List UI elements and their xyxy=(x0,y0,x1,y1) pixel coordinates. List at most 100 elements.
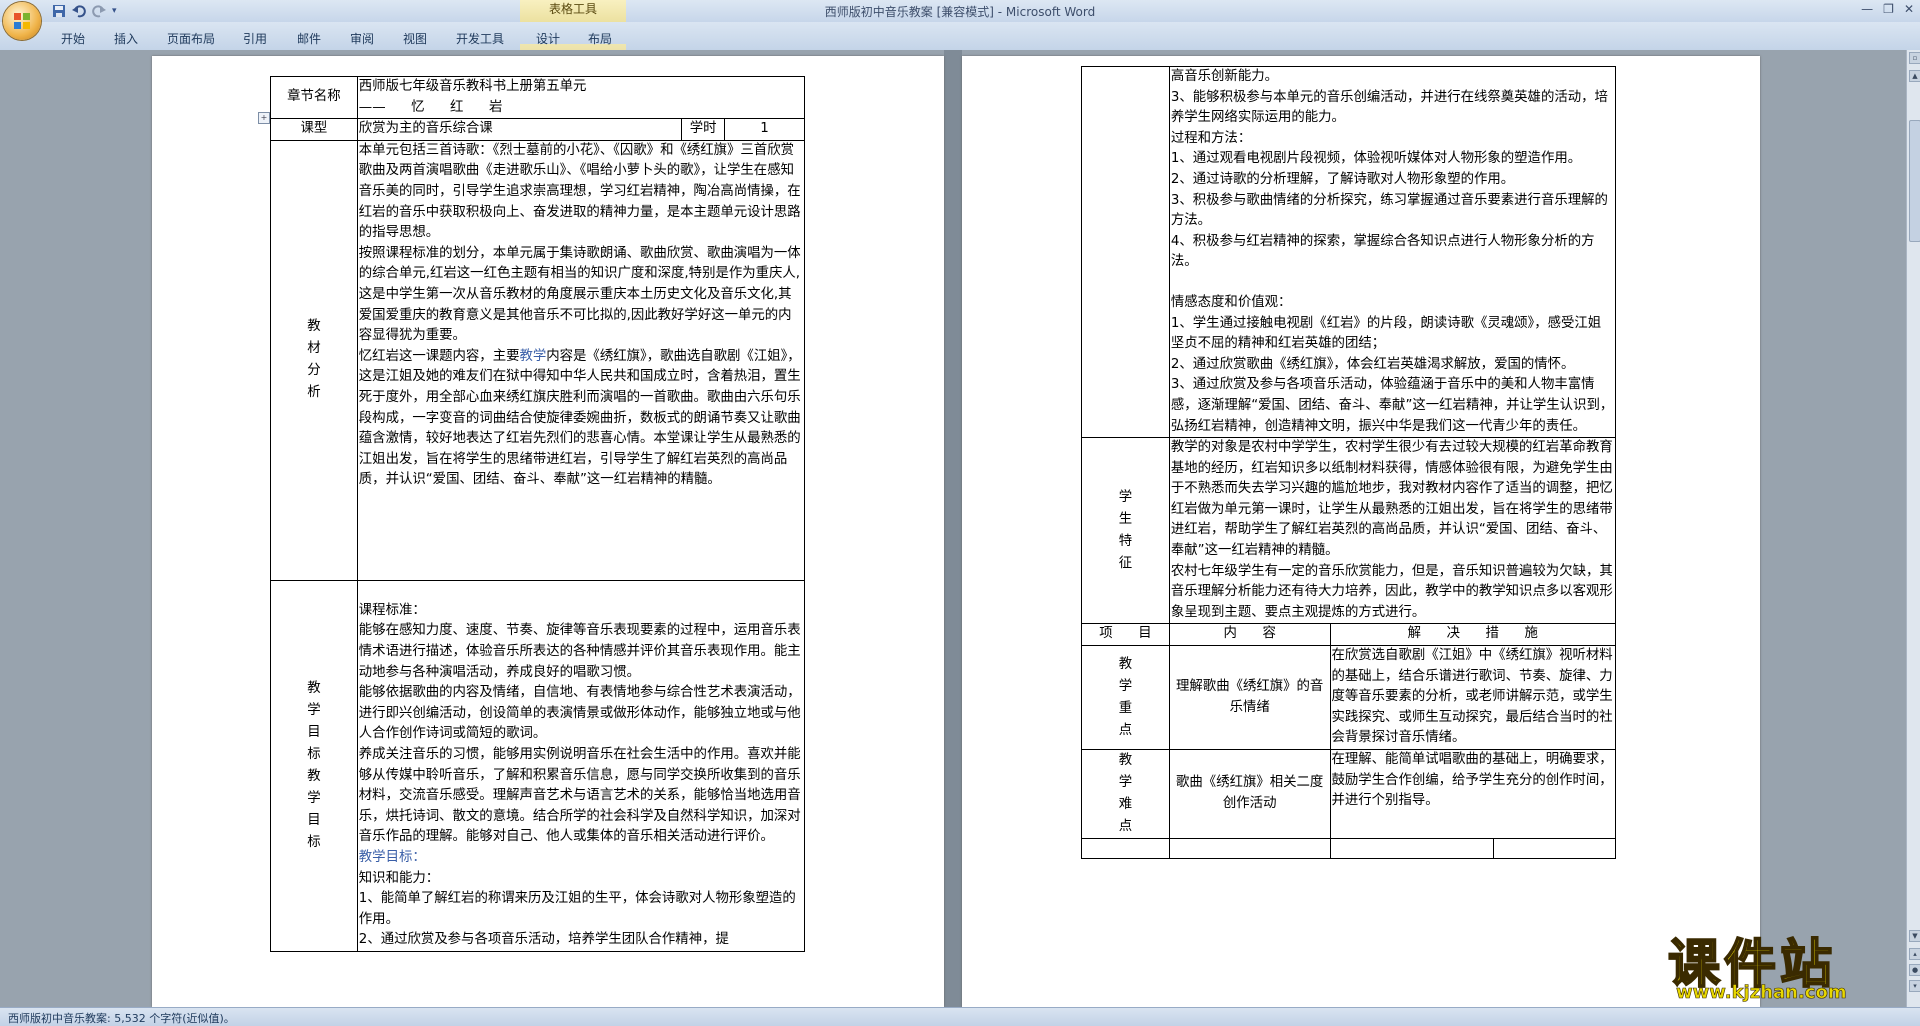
key-label-cell: 教学重点 xyxy=(1081,645,1170,750)
header-item: 项 目 xyxy=(1081,623,1170,647)
diff-label: 教学难点 xyxy=(1118,753,1133,834)
material-cell[interactable]: 本单元包括三首诗歌：《烈士墓前的小花》、《囚歌》和《绣红旗》三首欣赏歌曲及两首演… xyxy=(356,139,806,581)
empty-cell[interactable] xyxy=(1168,838,1331,859)
goals-cont-1: 高音乐创新能力。 xyxy=(1170,69,1278,84)
page-gap xyxy=(944,50,962,1007)
goals-cont-label xyxy=(1081,65,1170,439)
scroll-thumb[interactable] xyxy=(1909,120,1920,242)
goals-cont-cell[interactable]: 高音乐创新能力。 3、能够积极参与本单元的音乐创编活动，并进行在线祭奠英雄的活动… xyxy=(1168,65,1617,439)
goals-cont-2: 3、能够积极参与本单元的音乐创编活动，并进行在线祭奠英雄的活动，培养学生网络实际… xyxy=(1170,89,1608,126)
tab-insert[interactable]: 插入 xyxy=(114,30,138,47)
tab-developer[interactable]: 开发工具 xyxy=(456,30,504,47)
title-bar: ▾ 表格工具 西师版初中音乐教案 [兼容模式] - Microsoft Word… xyxy=(0,0,1920,22)
process-title: 过程和方法： xyxy=(1170,130,1252,146)
process-2: 2、通过诗歌的分析理解，了解诗歌对人物形象塑的作用。 xyxy=(1170,171,1515,187)
emotion-2: 2、通过欣赏歌曲《绣红旗》，体会红岩英雄渴求解放，爱国的情怀。 xyxy=(1170,356,1575,372)
watermark-url: www.kjzhan.com xyxy=(1676,982,1847,1004)
process-3: 3、积极参与歌曲情绪的分析探究，练习掌握通过音乐要素进行音乐理解的方法。 xyxy=(1170,192,1608,229)
empty-cell[interactable] xyxy=(1493,838,1616,859)
ribbon-tabs: 开始 插入 页面布局 引用 邮件 审阅 视图 开发工具 设计 布局 ? xyxy=(0,22,1920,72)
lesson-table-page2: 高音乐创新能力。 3、能够积极参与本单元的音乐创编活动，并进行在线祭奠英雄的活动… xyxy=(1081,65,1617,859)
material-label-cell: 教材分析 xyxy=(270,139,358,581)
minimize-icon[interactable]: — xyxy=(1861,2,1873,16)
type-value[interactable]: 欣赏为主的音乐综合课 xyxy=(356,118,683,141)
goals-knowledge-2: 2、通过欣赏及参与各项音乐活动，培养学生团队合作精神，提 xyxy=(358,932,729,948)
watermark-logo: 课件站 www.kjzhan.com xyxy=(1667,922,1908,1004)
hours-label: 学时 xyxy=(681,118,726,141)
tab-review[interactable]: 审阅 xyxy=(350,30,374,47)
table-row: 项 目 内 容 解 决 措 施 xyxy=(1081,623,1616,647)
goals-teach-title: 教学目标： xyxy=(358,849,426,865)
tab-mailings[interactable]: 邮件 xyxy=(297,30,321,47)
table-row: 教学重点 理解歌曲《绣红旗》的音乐情绪 在欣赏选自歌剧《江姐》中《绣红旗》视听材… xyxy=(1081,645,1616,750)
key-solution[interactable]: 在欣赏选自歌剧《江姐》中《绣红旗》视听材料的基础上，结合乐谱进行歌词、节奏、旋律… xyxy=(1329,645,1616,750)
goals-label-cell: 教学目标教学目标 xyxy=(270,579,358,952)
key-content[interactable]: 理解歌曲《绣红旗》的音乐情绪 xyxy=(1168,645,1331,750)
scroll-down-icon[interactable]: ▼ xyxy=(1909,930,1920,942)
emotion-3: 3、通过欣赏及参与各项音乐活动，体验蕴涵于音乐中的美和人物丰富情感，逐渐理解“爱… xyxy=(1170,377,1614,434)
header-solution: 解 决 措 施 xyxy=(1329,623,1616,647)
diff-solution[interactable]: 在理解、能简单试唱歌曲的基础上，明确要求，鼓励学生合作创编，给予学生充分的创作时… xyxy=(1329,749,1616,839)
tab-layout[interactable]: 布局 xyxy=(588,30,612,47)
tab-home[interactable]: 开始 xyxy=(61,30,85,47)
empty-cell[interactable] xyxy=(1329,838,1495,859)
page-2[interactable]: 高音乐创新能力。 3、能够积极参与本单元的音乐创编活动，并进行在线祭奠英雄的活动… xyxy=(962,56,1760,1007)
diff-label-cell: 教学难点 xyxy=(1081,749,1170,839)
page-1[interactable]: 章节名称 西师版七年级音乐教科书上册第五单元 —— 忆 红 岩 课型 欣赏为主的… xyxy=(152,56,944,1007)
material-label: 教材分析 xyxy=(307,319,321,401)
material-paragraph-3: 忆红岩这一课题内容，主要教学内容是《绣红旗》，歌曲选自歌剧《江姐》，这是江姐及她… xyxy=(358,348,801,488)
word-count-status[interactable]: 西师版初中音乐教案: 5,532 个字符(近似值)。 xyxy=(8,1010,235,1026)
student-cell[interactable]: 教学的对象是农村中学学生，农村学生很少有去过较大规模的红岩革命教育基地的经历，红… xyxy=(1168,437,1617,625)
goals-knowledge-title: 知识和能力： xyxy=(358,870,440,886)
table-row xyxy=(1081,838,1616,859)
table-move-handle[interactable]: + xyxy=(258,112,270,124)
vertical-scrollbar[interactable]: ▫ ▲ ▼ ▴ ● ▾ xyxy=(1906,50,1920,1007)
goals-std-paragraph-1: 能够在感知力度、速度、节奏、旋律等音乐表现要素的过程中，运用音乐表情术语进行描述… xyxy=(358,623,801,680)
ruler-toggle-icon[interactable]: ▫ xyxy=(1909,52,1920,64)
student-paragraph-1: 教学的对象是农村中学学生，农村学生很少有去过较大规模的红岩革命教育基地的经历，红… xyxy=(1170,440,1613,559)
table-row: 教材分析 本单元包括三首诗歌：《烈士墓前的小花》、《囚歌》和《绣红旗》三首欣赏歌… xyxy=(270,139,806,581)
office-button[interactable] xyxy=(3,2,41,40)
goals-std-paragraph-2: 能够依据歌曲的内容及情绪，自信地、有表情地参与综合性艺术表演活动，进行即兴创编活… xyxy=(358,685,801,742)
document-area: 章节名称 西师版七年级音乐教科书上册第五单元 —— 忆 红 岩 课型 欣赏为主的… xyxy=(0,50,1920,1007)
scroll-up-icon[interactable]: ▲ xyxy=(1909,70,1920,82)
table-row: 课型 欣赏为主的音乐综合课 学时 1 xyxy=(270,118,805,141)
chapter-value-line2: —— 忆 红 岩 xyxy=(358,99,503,115)
student-label: 学生特征 xyxy=(1118,489,1133,571)
tab-view[interactable]: 视图 xyxy=(403,30,427,47)
tab-references[interactable]: 引用 xyxy=(243,30,267,47)
status-bar: 西师版初中音乐教案: 5,532 个字符(近似值)。 xyxy=(0,1007,1920,1026)
close-icon[interactable]: ✕ xyxy=(1904,2,1914,16)
goals-knowledge-1: 1、能简单了解红岩的称谓来历及江姐的生平，体会诗歌对人物形象塑造的作用。 xyxy=(358,891,796,927)
lesson-table-page1: 章节名称 西师版七年级音乐教科书上册第五单元 —— 忆 红 岩 课型 欣赏为主的… xyxy=(270,75,806,952)
window-controls: — ❐ ✕ xyxy=(1861,2,1914,16)
material-paragraph-1: 本单元包括三首诗歌：《烈士墓前的小花》、《囚歌》和《绣红旗》三首欣赏歌曲及两首演… xyxy=(358,142,801,241)
table-row: 教学目标教学目标 课程标准： 能够在感知力度、速度、节奏、旋律等音乐表现要素的过… xyxy=(270,579,806,952)
office-logo-icon xyxy=(14,13,30,29)
hours-value[interactable]: 1 xyxy=(724,118,805,141)
teaching-hyperlink[interactable]: 教学 xyxy=(519,349,546,364)
header-content: 内 容 xyxy=(1168,623,1331,647)
table-row: 高音乐创新能力。 3、能够积极参与本单元的音乐创编活动，并进行在线祭奠英雄的活动… xyxy=(1081,65,1617,439)
window-title: 西师版初中音乐教案 [兼容模式] - Microsoft Word xyxy=(824,5,1096,19)
maximize-icon[interactable]: ❐ xyxy=(1883,2,1894,16)
tab-design[interactable]: 设计 xyxy=(536,30,560,47)
goals-label: 教学目标教学目标 xyxy=(307,680,321,850)
type-label: 课型 xyxy=(270,118,358,141)
goals-std-paragraph-3: 养成关注音乐的习惯，能够用实例说明音乐在社会生活中的作用。喜欢并能够从传媒中聆听… xyxy=(358,746,801,845)
goals-cell[interactable]: 课程标准： 能够在感知力度、速度、节奏、旋律等音乐表现要素的过程中，运用音乐表情… xyxy=(356,579,806,952)
material-paragraph-2: 按照课程标准的划分，本单元属于集诗歌朗诵、歌曲欣赏、歌曲演唱为一体的综合单元,红… xyxy=(358,245,801,344)
select-browse-object-icon[interactable]: ● xyxy=(1909,964,1920,976)
process-4: 4、积极参与红岩精神的探索，掌握综合各知识点进行人物形象分析的方法。 xyxy=(1170,233,1595,270)
diff-content[interactable]: 歌曲《绣红旗》相关二度创作活动 xyxy=(1168,749,1331,839)
chapter-cell[interactable]: 西师版七年级音乐教科书上册第五单元 —— 忆 红 岩 xyxy=(356,75,806,120)
empty-cell[interactable] xyxy=(1081,838,1170,859)
tab-page-layout[interactable]: 页面布局 xyxy=(167,30,215,47)
process-1: 1、通过观看电视剧片段视频，体验视听媒体对人物形象的塑造作用。 xyxy=(1170,151,1582,167)
previous-page-icon[interactable]: ▴ xyxy=(1909,948,1920,960)
key-label: 教学重点 xyxy=(1118,656,1133,738)
table-row: 学生特征 教学的对象是农村中学学生，农村学生很少有去过较大规模的红岩革命教育基地… xyxy=(1081,437,1617,625)
goals-std-title: 课程标准： xyxy=(358,602,426,618)
next-page-icon[interactable]: ▾ xyxy=(1909,980,1920,992)
